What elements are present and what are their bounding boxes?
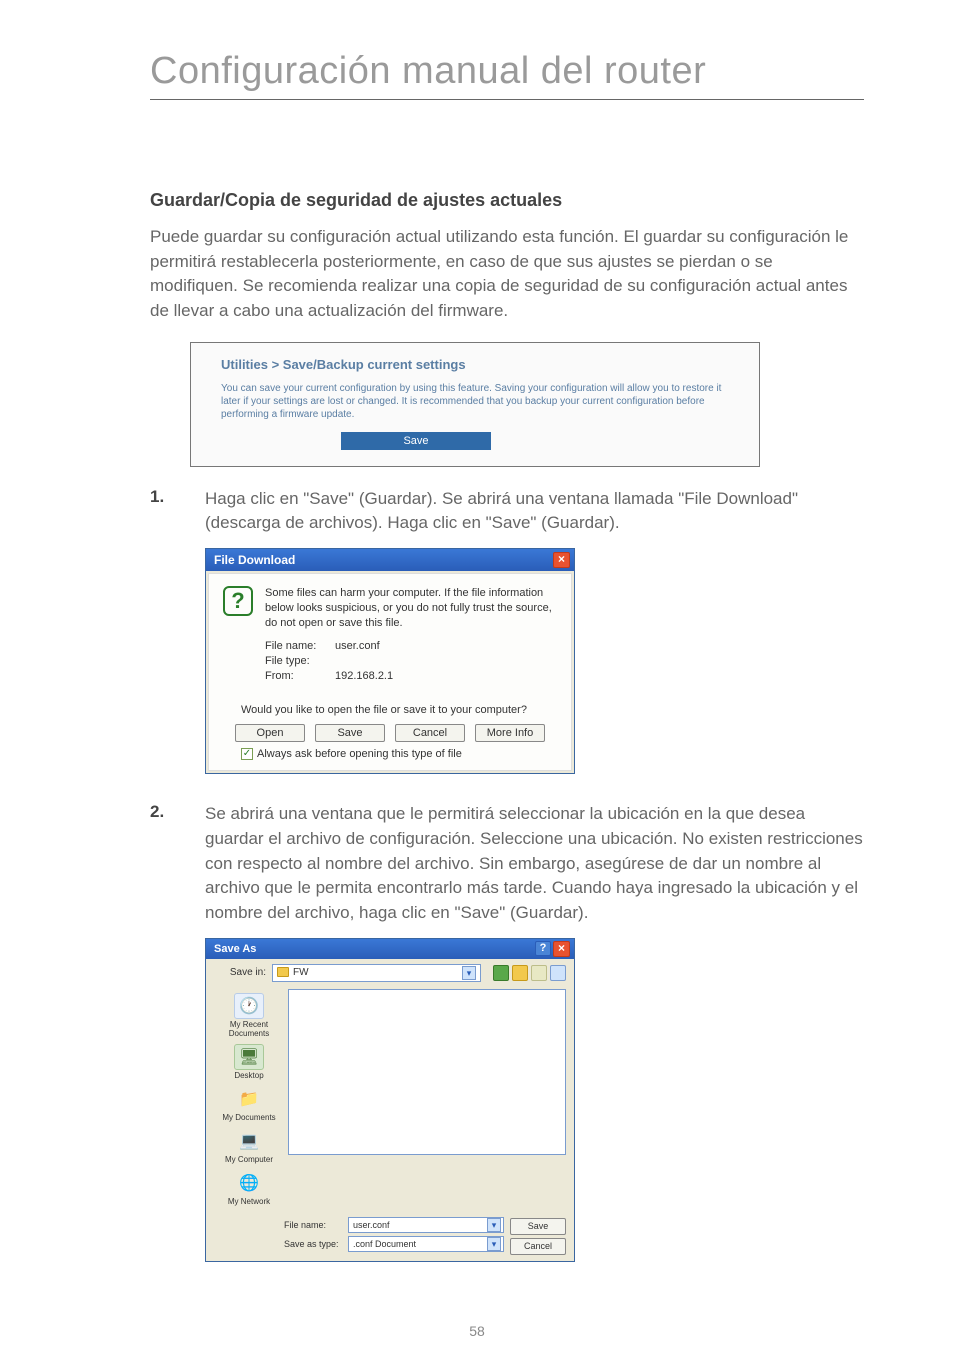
sidebar-item-label: Desktop bbox=[216, 1071, 282, 1080]
savetype-value: .conf Document bbox=[353, 1239, 416, 1249]
step-1-number: 1. bbox=[150, 487, 205, 536]
question-icon: ? bbox=[223, 586, 253, 616]
filename-value: user.conf bbox=[335, 640, 380, 652]
router-panel-title: Utilities > Save/Backup current settings bbox=[221, 357, 741, 372]
close-icon[interactable]: × bbox=[553, 552, 570, 568]
always-ask-label: Always ask before opening this type of f… bbox=[257, 748, 462, 760]
save-button[interactable]: Save bbox=[510, 1218, 566, 1235]
file-download-prompt: Would you like to open the file or save … bbox=[241, 704, 557, 716]
step-2-text: Se abrirá una ventana que le permitirá s… bbox=[205, 802, 864, 925]
router-save-button[interactable]: Save bbox=[341, 432, 491, 450]
help-icon[interactable]: ? bbox=[535, 941, 551, 956]
cancel-button[interactable]: Cancel bbox=[510, 1238, 566, 1255]
views-icon[interactable] bbox=[550, 965, 566, 981]
chevron-down-icon[interactable]: ▾ bbox=[487, 1218, 501, 1232]
recent-documents-icon: 🕐 bbox=[234, 993, 264, 1019]
save-as-title: Save As bbox=[214, 943, 256, 955]
close-icon[interactable]: × bbox=[553, 941, 570, 957]
savein-value: FW bbox=[293, 967, 309, 978]
save-as-file-list[interactable] bbox=[288, 989, 566, 1155]
router-save-panel: Utilities > Save/Backup current settings… bbox=[190, 342, 760, 467]
save-as-titlebar: Save As ? × bbox=[206, 939, 574, 959]
sidebar-item-label: My Computer bbox=[216, 1155, 282, 1164]
always-ask-checkbox[interactable]: ✓ bbox=[241, 748, 253, 760]
save-as-dialog: Save As ? × Save in: FW ▾ 🕐 bbox=[205, 938, 575, 1262]
step-1: 1. Haga clic en "Save" (Guardar). Se abr… bbox=[150, 487, 864, 536]
my-computer-icon: 💻 bbox=[234, 1128, 264, 1154]
step-2-number: 2. bbox=[150, 802, 205, 925]
more-info-button[interactable]: More Info bbox=[475, 724, 545, 742]
filename-input-value: user.conf bbox=[353, 1220, 390, 1230]
filetype-label: File type: bbox=[265, 655, 335, 667]
save-as-sidebar: 🕐 My Recent Documents 🖥 Desktop 📁 My Doc… bbox=[214, 989, 284, 1210]
cancel-button[interactable]: Cancel bbox=[395, 724, 465, 742]
new-folder-icon[interactable] bbox=[531, 965, 547, 981]
file-download-dialog: File Download × ? Some files can harm yo… bbox=[205, 548, 575, 775]
sidebar-my-documents[interactable]: 📁 My Documents bbox=[216, 1086, 282, 1122]
file-download-message: Some files can harm your computer. If th… bbox=[265, 586, 557, 631]
open-button[interactable]: Open bbox=[235, 724, 305, 742]
save-button[interactable]: Save bbox=[315, 724, 385, 742]
sidebar-item-label: My Network bbox=[216, 1197, 282, 1206]
folder-icon bbox=[277, 967, 289, 977]
sidebar-my-computer[interactable]: 💻 My Computer bbox=[216, 1128, 282, 1164]
chevron-down-icon[interactable]: ▾ bbox=[462, 966, 476, 980]
sidebar-item-label: My Documents bbox=[216, 1113, 282, 1122]
file-download-title: File Download bbox=[214, 553, 295, 567]
sidebar-item-label: My Recent Documents bbox=[216, 1020, 282, 1038]
my-documents-icon: 📁 bbox=[234, 1086, 264, 1112]
file-download-titlebar: File Download × bbox=[206, 549, 574, 571]
page-title: Configuración manual del router bbox=[150, 50, 864, 100]
savein-select[interactable]: FW ▾ bbox=[272, 964, 481, 982]
filename-input[interactable]: user.conf ▾ bbox=[348, 1217, 504, 1233]
sidebar-my-network[interactable]: 🌐 My Network bbox=[216, 1170, 282, 1206]
section-heading: Guardar/Copia de seguridad de ajustes ac… bbox=[150, 190, 864, 211]
chevron-down-icon[interactable]: ▾ bbox=[487, 1237, 501, 1251]
intro-paragraph: Puede guardar su configuración actual ut… bbox=[150, 225, 864, 324]
from-value: 192.168.2.1 bbox=[335, 670, 393, 682]
up-folder-icon[interactable] bbox=[512, 965, 528, 981]
savetype-label: Save as type: bbox=[284, 1239, 344, 1249]
sidebar-desktop[interactable]: 🖥 Desktop bbox=[216, 1044, 282, 1080]
step-2: 2. Se abrirá una ventana que le permitir… bbox=[150, 802, 864, 925]
sidebar-recent-documents[interactable]: 🕐 My Recent Documents bbox=[216, 993, 282, 1038]
desktop-icon: 🖥 bbox=[234, 1044, 264, 1070]
page-number: 58 bbox=[0, 1323, 954, 1339]
my-network-icon: 🌐 bbox=[234, 1170, 264, 1196]
back-icon[interactable] bbox=[493, 965, 509, 981]
savetype-select[interactable]: .conf Document ▾ bbox=[348, 1236, 504, 1252]
from-label: From: bbox=[265, 670, 335, 682]
router-panel-description: You can save your current configuration … bbox=[221, 382, 741, 421]
filename-label: File name: bbox=[284, 1220, 344, 1230]
savein-label: Save in: bbox=[226, 967, 266, 978]
filename-label: File name: bbox=[265, 640, 335, 652]
step-1-text: Haga clic en "Save" (Guardar). Se abrirá… bbox=[205, 487, 864, 536]
